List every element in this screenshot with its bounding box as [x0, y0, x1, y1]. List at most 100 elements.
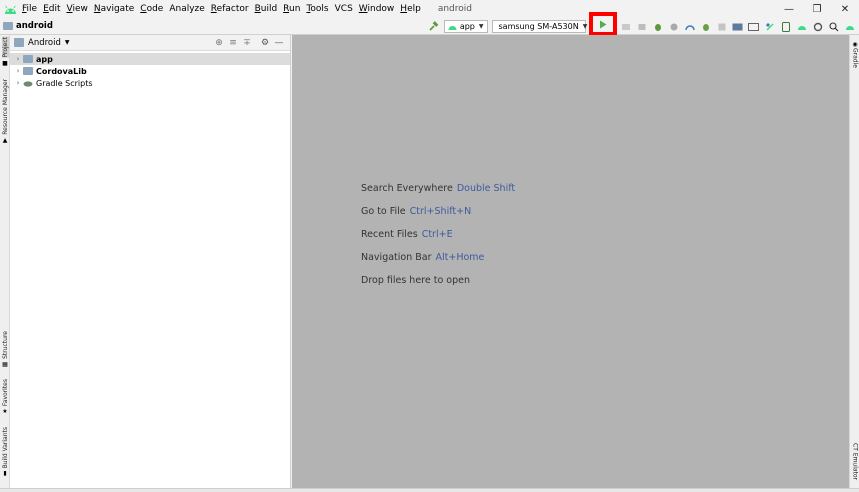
- tab-resource-manager[interactable]: Resource Manager ▲: [0, 79, 10, 144]
- tab-structure[interactable]: Structure ▦: [0, 331, 10, 368]
- menu-label: ools: [310, 4, 329, 14]
- gradle-elephant-icon: [23, 79, 33, 87]
- menu-mnemonic: N: [93, 4, 101, 14]
- run-play-icon[interactable]: [595, 17, 610, 32]
- menu-label: indow: [367, 4, 395, 14]
- editor-hint: Search Everywhere Double Shift: [361, 183, 515, 194]
- menu-label: efactor: [216, 4, 249, 14]
- menu-item[interactable]: Analyze: [166, 0, 207, 18]
- tab-build-variants[interactable]: Build Variants ▮: [0, 427, 10, 477]
- tab-emulator[interactable]: CT Emulator: [850, 443, 859, 480]
- tab-emulator-label: CT Emulator: [851, 443, 859, 481]
- menu-item[interactable]: Run: [280, 0, 303, 18]
- menu-item[interactable]: Refactor: [208, 0, 252, 18]
- attach-debugger-icon[interactable]: [698, 19, 713, 34]
- breadcrumb[interactable]: android: [3, 21, 53, 31]
- window-controls: — ❐ ✕: [775, 0, 859, 18]
- project-panel: Android ▼ ⊕ ≡ ∓ ⚙ — › app › CordovaLib › Grad…: [10, 35, 291, 488]
- hint-text: Search Everywhere: [361, 183, 453, 194]
- tab-gradle[interactable]: ◉ Gradle: [850, 39, 859, 68]
- resource-icon: ▲: [2, 136, 8, 144]
- menu-item[interactable]: Code: [137, 0, 166, 18]
- editor-hint: Recent Files Ctrl+E: [361, 229, 453, 240]
- avd-manager-icon[interactable]: [778, 19, 793, 34]
- select-opened-file-icon[interactable]: ⊕: [212, 36, 226, 50]
- editor-empty-area[interactable]: Search Everywhere Double Shift Go to File C…: [292, 35, 849, 488]
- menu-label: ile: [26, 4, 38, 14]
- menu-item[interactable]: Navigate: [91, 0, 137, 18]
- collapse-all-icon[interactable]: ∓: [240, 36, 254, 50]
- menu-label: Analyze: [169, 4, 205, 14]
- stop-icon[interactable]: [714, 19, 729, 34]
- minimize-icon[interactable]: —: [775, 0, 803, 18]
- hint-text: Go to File: [361, 206, 406, 217]
- hint-shortcut: Alt+Home: [435, 252, 485, 263]
- project-panel-header: Android ▼ ⊕ ≡ ∓ ⚙ —: [10, 35, 290, 51]
- tree-item[interactable]: › app: [10, 53, 290, 65]
- hint-text: Recent Files: [361, 229, 418, 240]
- device-file-explorer-icon[interactable]: [794, 19, 809, 34]
- module-folder-icon: [23, 67, 33, 75]
- menu-item[interactable]: View: [64, 0, 91, 18]
- project-view-mode-dropdown[interactable]: Android: [28, 38, 61, 48]
- close-icon[interactable]: ✕: [831, 0, 859, 18]
- tree-item[interactable]: › Gradle Scripts: [10, 77, 290, 89]
- hint-text: Drop files here to open: [361, 275, 471, 286]
- expand-all-icon[interactable]: ≡: [226, 36, 240, 50]
- make-project-hammer-icon[interactable]: [426, 19, 441, 34]
- android-support-icon[interactable]: [842, 19, 857, 34]
- profile-icon[interactable]: [666, 19, 681, 34]
- tab-favorites[interactable]: Favorites ★: [0, 379, 10, 415]
- project-tree: › app › CordovaLib › Gradle Scripts: [10, 51, 290, 89]
- menu-bar: File Edit View Navigate Code Analyze Refactor B…: [0, 0, 859, 18]
- hide-panel-icon[interactable]: —: [272, 36, 286, 50]
- debug-bug-icon[interactable]: [650, 19, 665, 34]
- gear-icon[interactable]: ⚙: [258, 36, 272, 50]
- menu-label: avigate: [100, 4, 135, 14]
- menu-label: dit: [48, 4, 61, 14]
- tree-item[interactable]: › CordovaLib: [10, 65, 290, 77]
- restore-icon[interactable]: ❐: [803, 0, 831, 18]
- tab-resource-manager-label: Resource Manager: [1, 79, 9, 135]
- hint-text: Navigation Bar: [361, 252, 432, 263]
- menu-item[interactable]: File: [19, 0, 40, 18]
- tab-structure-label: Structure: [1, 331, 9, 359]
- build-variants-icon: ▮: [3, 470, 7, 478]
- chevron-down-icon[interactable]: ▼: [65, 39, 70, 46]
- hint-shortcut: Double Shift: [456, 183, 516, 194]
- sdk-manager-icon[interactable]: [746, 19, 761, 34]
- menu-item[interactable]: VCS: [332, 0, 356, 18]
- profiler-gauge-icon[interactable]: [682, 19, 697, 34]
- apply-changes-icon[interactable]: [618, 19, 633, 34]
- run-button-highlight: [588, 12, 617, 36]
- editor-hint: Navigation Bar Alt+Home: [361, 252, 484, 263]
- structure-icon: ▦: [2, 360, 8, 368]
- tab-project[interactable]: Project ■: [0, 37, 10, 67]
- search-icon[interactable]: [826, 19, 841, 34]
- menu-item[interactable]: Edit: [40, 0, 63, 18]
- chevron-right-icon[interactable]: ›: [13, 67, 23, 75]
- menu-item[interactable]: Window: [356, 0, 398, 18]
- menu-item[interactable]: Help: [397, 0, 424, 18]
- right-tool-strip: ◉ Gradle CT Emulator: [849, 35, 859, 488]
- tab-gradle-label: Gradle: [851, 48, 859, 68]
- android-icon: [448, 26, 457, 30]
- menu-label: elp: [407, 4, 421, 14]
- main-toolbar: app ▼ samsung SM-A530N ▼: [426, 12, 859, 36]
- device-label: samsung SM-A530N: [498, 22, 579, 31]
- sync-gradle-icon[interactable]: [762, 19, 777, 34]
- chevron-right-icon[interactable]: ›: [13, 55, 23, 63]
- settings-gear-icon[interactable]: [810, 19, 825, 34]
- menu-label: uild: [260, 4, 278, 14]
- device-dropdown[interactable]: samsung SM-A530N ▼: [491, 20, 587, 33]
- menu-items: File Edit View Navigate Code Analyze Refactor B…: [19, 0, 424, 18]
- apply-code-changes-icon[interactable]: [634, 19, 649, 34]
- hint-shortcut: Ctrl+E: [421, 229, 453, 240]
- project-structure-icon[interactable]: [730, 19, 745, 34]
- chevron-right-icon[interactable]: ›: [13, 79, 23, 87]
- run-config-dropdown[interactable]: app ▼: [443, 20, 488, 33]
- navigation-bar: android app ▼ samsung SM-A530N ▼: [0, 12, 859, 36]
- menu-item[interactable]: Tools: [303, 0, 331, 18]
- menu-item[interactable]: Build: [252, 0, 281, 18]
- menu-label: un: [289, 4, 301, 14]
